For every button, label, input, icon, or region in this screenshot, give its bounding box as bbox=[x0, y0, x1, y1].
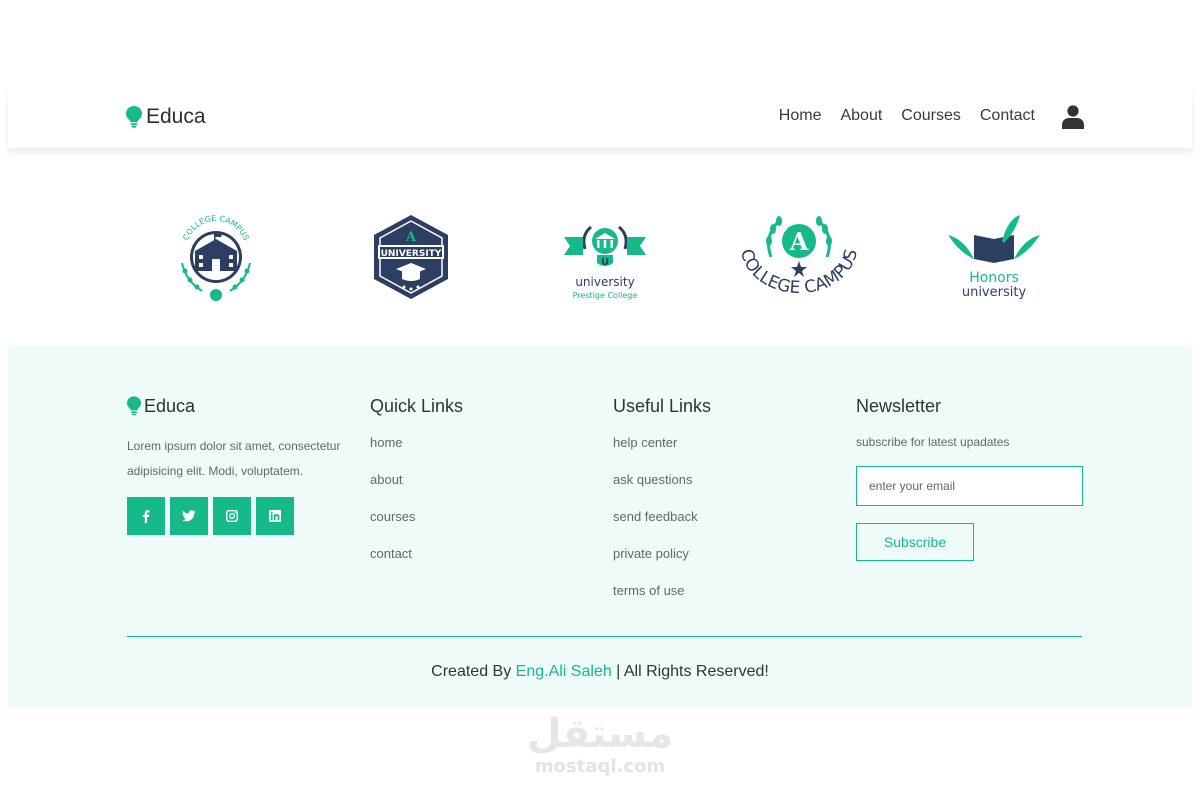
lightbulb-icon bbox=[126, 106, 142, 128]
nav-home[interactable]: Home bbox=[779, 107, 822, 125]
useful-link-ask-questions[interactable]: ask questions bbox=[613, 472, 711, 509]
brand-name: Educa bbox=[146, 105, 206, 128]
nav-about[interactable]: About bbox=[840, 107, 882, 125]
svg-text:A: A bbox=[789, 227, 809, 256]
mostaql-watermark: مستقل mostaql.com bbox=[500, 712, 700, 792]
newsletter-title: Newsletter bbox=[856, 396, 942, 416]
watermark-latin: mostaql.com bbox=[534, 756, 666, 777]
quick-link-about[interactable]: about bbox=[370, 472, 463, 509]
useful-link-send-feedback[interactable]: send feedback bbox=[613, 509, 711, 546]
brand-logo[interactable]: Educa bbox=[126, 105, 206, 129]
svg-text:Honors: Honors bbox=[969, 270, 1019, 286]
svg-text:U: U bbox=[601, 257, 609, 268]
college-campus-wreath-logo: A COLLEGE CAMPUS bbox=[736, 216, 862, 298]
twitter-icon bbox=[182, 510, 196, 522]
quick-link-contact[interactable]: contact bbox=[370, 546, 463, 583]
newsletter-subtitle: subscribe for latest upadates bbox=[856, 435, 1010, 449]
footer-brand-column: Educa Lorem ipsum dolor sit amet, consec… bbox=[127, 395, 367, 535]
svg-text:UNIVERSITY: UNIVERSITY bbox=[381, 249, 442, 259]
svg-text:Prestige College: Prestige College bbox=[573, 291, 638, 300]
quick-link-home[interactable]: home bbox=[370, 435, 463, 472]
nav-courses[interactable]: Courses bbox=[901, 107, 961, 125]
useful-links-title: Useful Links bbox=[613, 396, 712, 416]
copyright-suffix: | All Rights Reserved! bbox=[611, 663, 769, 680]
useful-link-help-center[interactable]: help center bbox=[613, 435, 711, 472]
university-hexagon-logo: A UNIVERSITY bbox=[374, 215, 448, 299]
svg-text:university: university bbox=[575, 275, 634, 289]
main-nav: Home About Courses Contact bbox=[779, 107, 1035, 125]
footer-brand-name: Educa bbox=[144, 395, 196, 416]
useful-link-private-policy[interactable]: private policy bbox=[613, 546, 711, 583]
quick-links-list: home about courses contact bbox=[370, 435, 463, 583]
useful-link-terms-of-use[interactable]: terms of use bbox=[613, 583, 711, 620]
user-icon[interactable] bbox=[1062, 105, 1084, 129]
university-prestige-college-logo: U university Prestige College bbox=[564, 225, 646, 300]
email-input[interactable] bbox=[856, 466, 1083, 506]
lightbulb-icon bbox=[127, 396, 141, 416]
watermark-arabic: مستقل bbox=[526, 711, 674, 757]
footer-description: Lorem ipsum dolor sit amet, consectetur … bbox=[127, 439, 341, 478]
footer-brand[interactable]: Educa bbox=[127, 395, 367, 417]
facebook-icon bbox=[142, 510, 150, 523]
useful-links-list: help center ask questions send feedback … bbox=[613, 435, 711, 620]
linkedin-button[interactable] bbox=[256, 497, 294, 535]
footer-divider bbox=[127, 636, 1082, 637]
honors-university-logo: Honors university bbox=[948, 215, 1040, 300]
subscribe-button[interactable]: Subscribe bbox=[856, 523, 974, 561]
instagram-icon bbox=[226, 510, 238, 522]
copyright-prefix: Created By bbox=[431, 663, 516, 680]
social-links bbox=[127, 497, 367, 535]
newsletter-column: Newsletter subscribe for latest upadates… bbox=[856, 395, 1083, 561]
college-campus-seal-logo: COLLEGE CAMPUS bbox=[181, 214, 251, 301]
linkedin-icon bbox=[269, 510, 281, 522]
facebook-button[interactable] bbox=[127, 497, 165, 535]
useful-links-column: Useful Links help center ask questions s… bbox=[613, 395, 711, 620]
copyright: Created By Eng.Ali Saleh | All Rights Re… bbox=[8, 663, 1192, 681]
quick-link-courses[interactable]: courses bbox=[370, 509, 463, 546]
partner-logos: COLLEGE CAMPUS A UNIVERSITY U university… bbox=[0, 205, 1200, 315]
nav-contact[interactable]: Contact bbox=[980, 107, 1035, 125]
quick-links-column: Quick Links home about courses contact bbox=[370, 395, 463, 583]
svg-text:A: A bbox=[405, 230, 417, 245]
quick-links-title: Quick Links bbox=[370, 396, 464, 416]
footer: Educa Lorem ipsum dolor sit amet, consec… bbox=[8, 345, 1192, 708]
author-link[interactable]: Eng.Ali Saleh bbox=[516, 663, 612, 680]
instagram-button[interactable] bbox=[213, 497, 251, 535]
twitter-button[interactable] bbox=[170, 497, 208, 535]
svg-text:university: university bbox=[962, 285, 1027, 300]
header: Educa Home About Courses Contact bbox=[8, 88, 1192, 148]
